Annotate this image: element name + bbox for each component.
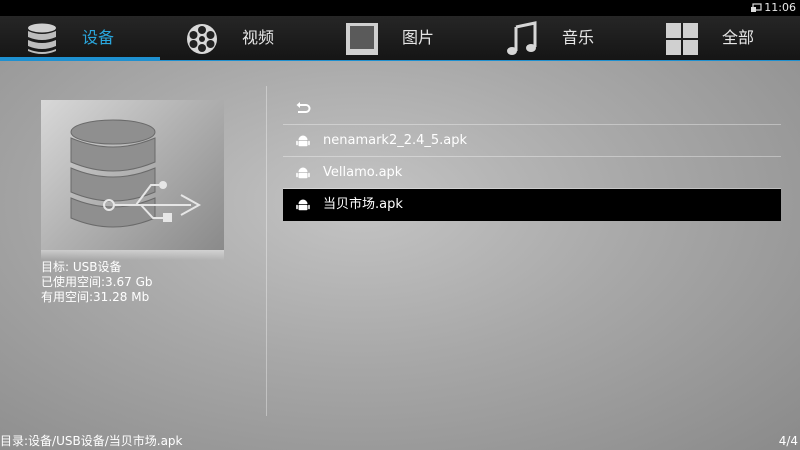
device-used-space: 已使用空间:3.67 Gb (41, 275, 153, 289)
image-reflection (41, 250, 224, 260)
tab-pictures[interactable]: 图片 (320, 16, 480, 60)
category-tabs: 设备 视频 图片 音乐 全部 (0, 16, 800, 60)
picture-frame-icon (346, 23, 378, 55)
list-item-selected[interactable]: 当贝市场.apk (283, 189, 781, 221)
panel-divider (266, 86, 267, 416)
back-row[interactable] (283, 93, 781, 125)
tab-label: 图片 (402, 28, 435, 47)
device-info: 目标: USB设备 已使用空间:3.67 Gb 有用空间:31.28 Mb (41, 260, 153, 305)
tab-music[interactable]: 音乐 (480, 16, 640, 60)
usb-database-icon (70, 119, 202, 228)
status-bar: 11:06 (0, 0, 800, 16)
tab-label: 设备 (82, 28, 115, 47)
device-target: 目标: USB设备 (41, 260, 122, 274)
clock: 11:06 (764, 1, 796, 14)
device-free-space: 有用空间:31.28 Mb (41, 290, 150, 304)
database-icon (28, 23, 56, 54)
list-item[interactable]: Vellamo.apk (283, 157, 781, 189)
tab-label: 全部 (722, 28, 755, 47)
list-item[interactable]: nenamark2_2.4_5.apk (283, 125, 781, 157)
list-item-label: nenamark2_2.4_5.apk (323, 133, 468, 148)
android-icon (296, 135, 310, 147)
file-list: nenamark2_2.4_5.apk Vellamo.apk 当贝市场.apk (283, 93, 781, 221)
device-image (41, 100, 224, 250)
cast-icon (751, 3, 762, 12)
tab-label: 视频 (242, 28, 275, 47)
tab-video[interactable]: 视频 (160, 16, 320, 60)
music-note-icon (507, 21, 537, 55)
android-icon (296, 167, 310, 179)
tab-all[interactable]: 全部 (640, 16, 800, 60)
tab-device[interactable]: 设备 (0, 16, 160, 60)
grid-icon (666, 23, 698, 55)
film-reel-icon (187, 24, 217, 54)
android-icon (296, 199, 310, 211)
tab-label: 音乐 (562, 28, 595, 47)
tabs-divider (0, 60, 800, 61)
page-indicator: 4/4 (778, 434, 798, 448)
list-item-label: 当贝市场.apk (323, 197, 403, 212)
back-arrow-icon (296, 102, 311, 113)
list-item-label: Vellamo.apk (323, 165, 403, 180)
current-path: 目录:设备/USB设备/当贝市场.apk (0, 434, 183, 448)
